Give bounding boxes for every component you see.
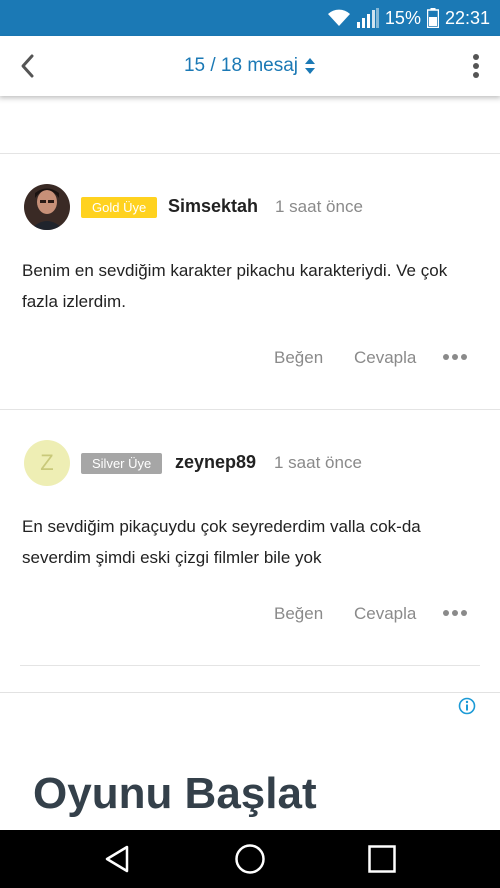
battery-icon [426, 8, 439, 28]
more-horizontal-icon[interactable] [443, 352, 467, 362]
reply-button[interactable]: Cevapla [354, 604, 416, 624]
ad-headline[interactable]: Oyunu Başlat [33, 769, 317, 819]
clock: 22:31 [444, 7, 490, 28]
page-title: 15 / 18 mesaj [183, 55, 299, 76]
avatar[interactable]: Z [24, 440, 70, 486]
header-shadow [0, 96, 500, 104]
info-icon[interactable] [458, 697, 476, 715]
recents-square-icon[interactable] [364, 841, 400, 877]
wifi-icon [327, 9, 351, 27]
back-triangle-icon[interactable] [99, 841, 135, 877]
post-time: 1 saat önce [275, 197, 363, 216]
signal-icon [356, 8, 379, 28]
more-horizontal-icon[interactable] [443, 608, 467, 618]
badge-silver-member: Silver Üye [81, 453, 163, 474]
status-indicators: 15% 22:31 [327, 0, 490, 36]
ad-banner[interactable]: Oyunu Başlat [0, 692, 500, 832]
home-circle-icon[interactable] [232, 841, 268, 877]
battery-percent: 15% [384, 7, 421, 28]
post-body: En sevdiğim pikaçuydu çok seyrederdim va… [22, 517, 421, 567]
kebab-menu-icon [473, 54, 479, 78]
username[interactable]: zeynep89 [175, 452, 256, 473]
message-counter[interactable]: 15 / 18 mesaj [0, 36, 500, 96]
post-time: 1 saat önce [274, 453, 362, 472]
badge-gold-member: Gold Üye [81, 197, 158, 218]
post-item: Z Silver Üye zeynep89 1 saat önce En sev… [0, 410, 500, 666]
post-body: Benim en sevdiğim karakter pikachu karak… [22, 261, 448, 311]
status-bar: 15% 22:31 [0, 0, 500, 36]
reply-button[interactable]: Cevapla [354, 348, 416, 368]
kebab-menu-button[interactable] [466, 50, 486, 82]
username[interactable]: Simsektah [168, 196, 258, 217]
post-item: Gold Üye Simsektah 1 saat önce Benim en … [0, 154, 500, 409]
avatar[interactable] [24, 184, 70, 230]
divider [20, 665, 480, 666]
user-photo-icon [24, 184, 70, 230]
app-bar: 15 / 18 mesaj [0, 36, 500, 96]
like-button[interactable]: Beğen [274, 348, 323, 368]
sort-updown-icon [305, 58, 316, 74]
like-button[interactable]: Beğen [274, 604, 323, 624]
system-nav-bar [0, 830, 500, 888]
